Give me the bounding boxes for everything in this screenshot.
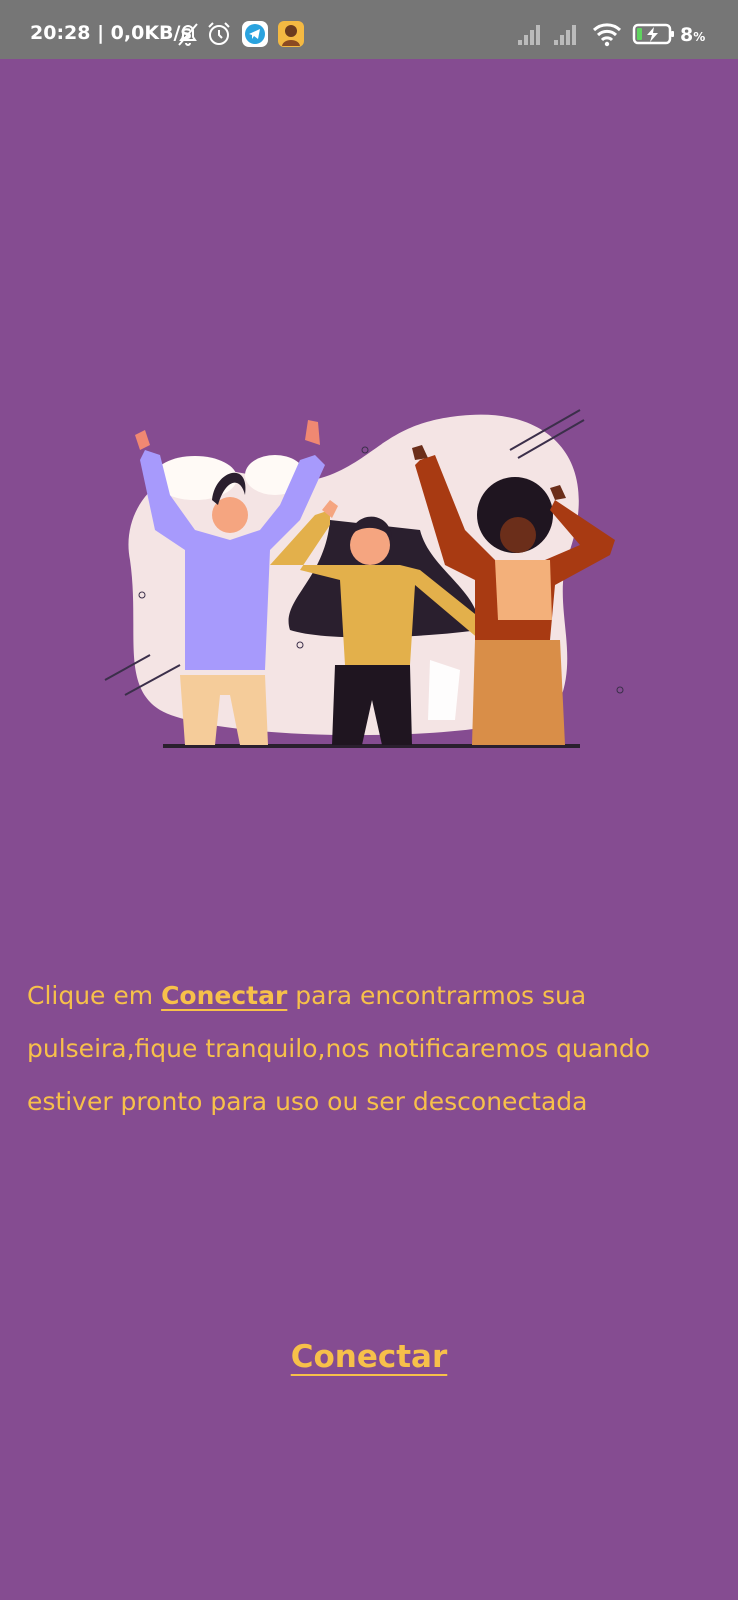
alarm-icon [208,22,230,45]
app-avatar-icon [278,21,304,47]
instructions-prefix: Clique em [27,981,162,1010]
status-separator: | [90,22,111,44]
inline-connect-link[interactable]: Conectar [161,981,287,1010]
connect-instructions: Clique em Conectar para encontrarmos sua… [27,969,717,1128]
connect-button[interactable]: Conectar [0,1338,738,1376]
status-right-icons: 8% [516,20,726,52]
signal-icon [518,25,540,45]
notification-muted-icon [178,23,198,46]
people-celebrating-illustration [104,409,624,748]
battery-unit: % [693,30,706,44]
status-bar: 20:28 | 0,0KB/s 8% [0,0,738,59]
battery-value: 8 [680,24,694,46]
telegram-icon [242,21,268,47]
status-time-and-speed: 20:28 | 0,0KB/s [30,22,192,44]
battery-charging-icon [632,23,674,45]
battery-percentage: 8% [680,24,705,46]
wifi-icon [592,23,622,47]
status-time: 20:28 [30,22,91,44]
signal-icon [554,25,576,45]
